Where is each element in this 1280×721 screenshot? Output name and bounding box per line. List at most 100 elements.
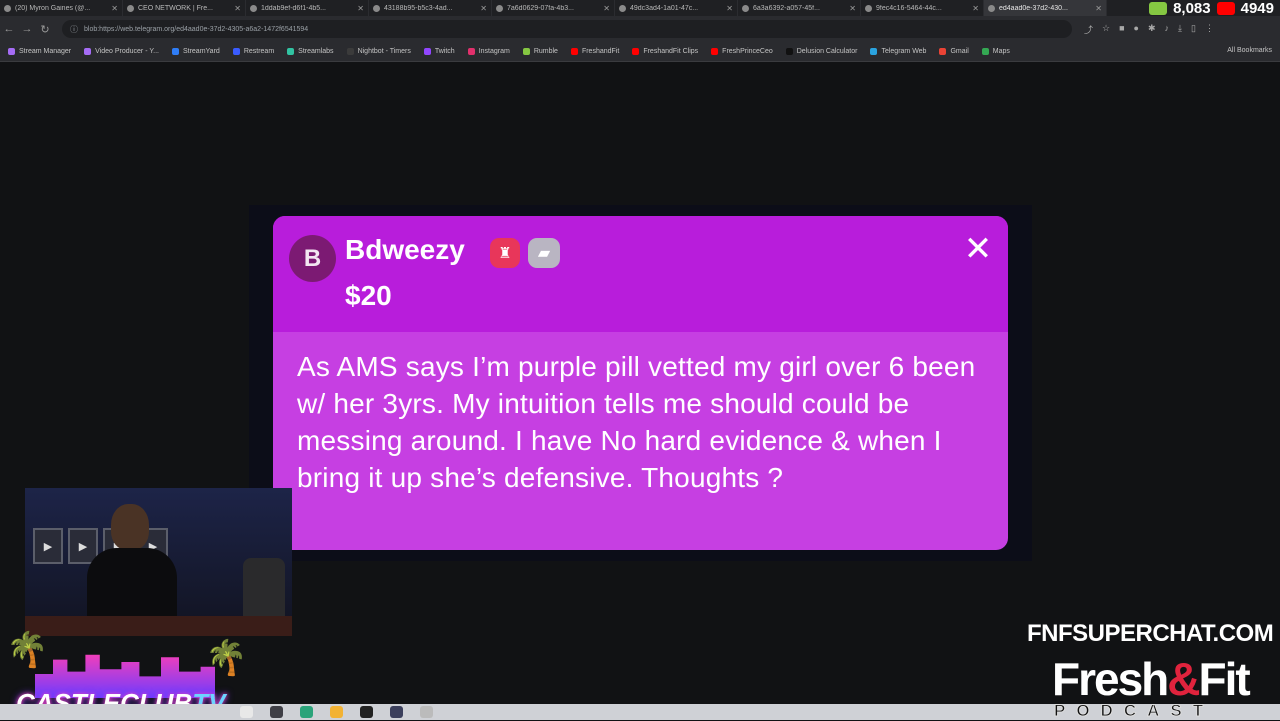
bookmark-item[interactable]: Twitch: [423, 48, 455, 55]
browser-tab[interactable]: 6a3a6392-a057-45f... ✕: [738, 0, 861, 16]
tab-label: CEO NETWORK | Fre...: [138, 4, 213, 12]
tab-close-icon[interactable]: ✕: [480, 4, 487, 13]
app4-taskbar-icon[interactable]: [420, 706, 433, 718]
browser-tab[interactable]: 49dc3ad4-1a01-47c... ✕: [615, 0, 738, 16]
tab-favicon-icon: [373, 4, 380, 12]
browser-tab[interactable]: 7a6d0629-07fa-4b3... ✕: [492, 0, 615, 16]
bookmark-favicon-icon: [939, 48, 947, 55]
tab-label: ed4aad0e-37d2-430...: [999, 4, 1068, 12]
bookmark-label: Streamlabs: [298, 48, 334, 55]
bookmark-item[interactable]: Streamlabs: [287, 48, 334, 55]
bookmark-item[interactable]: Video Producer - Y...: [84, 48, 159, 55]
menu-icon[interactable]: ⋮: [1205, 23, 1214, 36]
bookmark-item[interactable]: Nightbot - Timers: [346, 48, 411, 55]
youtube-count: 4949: [1240, 0, 1274, 17]
app3-taskbar-icon[interactable]: [390, 706, 403, 718]
app2-taskbar-icon[interactable]: [360, 706, 373, 718]
palm-tree-icon: 🌴: [6, 631, 49, 669]
tab-close-icon[interactable]: ✕: [603, 4, 610, 13]
bookmark-favicon-icon: [232, 48, 240, 55]
bookmark-favicon-icon: [171, 48, 179, 55]
tab-close-icon[interactable]: ✕: [849, 4, 856, 13]
brand-logo: Fresh&Fit: [1052, 652, 1251, 706]
download-icon[interactable]: ⤓: [1178, 23, 1182, 36]
bookmark-item[interactable]: StreamYard: [171, 48, 220, 55]
bookmark-label: FreshandFit Clips: [643, 48, 699, 55]
bookmark-item[interactable]: Delusion Calculator: [785, 48, 858, 55]
bookmarks-bar: Stream Manager Video Producer - Y... Strea…: [0, 42, 1280, 62]
browser-tab[interactable]: 1ddab9ef-d6f1-4b5... ✕: [246, 0, 369, 16]
brand-podcast: PODCAST: [1053, 701, 1215, 721]
browser-tab[interactable]: CEO NETWORK | Fre... ✕: [123, 0, 246, 16]
bookmark-item[interactable]: Maps: [981, 48, 1010, 55]
bookmark-item[interactable]: Instagram: [467, 48, 510, 55]
bookmark-item[interactable]: FreshPrinceCeo: [711, 48, 773, 55]
bookmark-item[interactable]: FreshandFit Clips: [632, 48, 698, 55]
bookmark-favicon-icon: [711, 48, 719, 55]
brand-fit: Fit: [1198, 653, 1251, 705]
image-badge-icon: ▰: [528, 238, 560, 268]
back-arrow-icon[interactable]: ←: [0, 23, 18, 35]
folder-taskbar-icon[interactable]: [330, 706, 343, 718]
host-head: [111, 504, 149, 550]
tab-close-icon[interactable]: ✕: [726, 4, 733, 13]
sidebar-icon[interactable]: ▯: [1191, 23, 1196, 36]
superchat-dialog: B Bdweezy ♜ ▰ $20 ✕ As AMS says I’m purp…: [273, 216, 1008, 550]
bookmark-favicon-icon: [467, 48, 475, 55]
browser-tab-bar: (20) Myron Gaines (@... ✕ CEO NETWORK | Fr…: [0, 0, 1280, 16]
all-bookmarks-button[interactable]: All Bookmarks: [1227, 47, 1272, 54]
taskbar-icons: [240, 706, 433, 718]
bookmark-item[interactable]: Rumble: [522, 48, 558, 55]
bookmark-favicon-icon: [346, 48, 354, 55]
avatar: B: [289, 235, 336, 282]
url-input[interactable]: ⓘ blob:https://web.telegram.org/ed4aad0e…: [62, 20, 1072, 38]
rumble-count: 8,083: [1173, 0, 1211, 17]
tab-close-icon[interactable]: ✕: [357, 4, 364, 13]
bookmark-label: Delusion Calculator: [796, 48, 858, 55]
obs-taskbar-icon[interactable]: [270, 706, 283, 718]
bookmark-label: Nightbot - Timers: [357, 48, 411, 55]
bookmark-item[interactable]: Telegram Web: [870, 48, 926, 55]
bookmark-item[interactable]: Restream: [232, 48, 275, 55]
tab-favicon-icon: [865, 4, 872, 12]
star-icon[interactable]: ☆: [1102, 23, 1110, 36]
crown-badge-icon: ♜: [490, 238, 520, 268]
browser-tab[interactable]: (20) Myron Gaines (@... ✕: [0, 0, 123, 16]
app-taskbar-icon[interactable]: [300, 706, 313, 718]
puzzle-icon[interactable]: ✱: [1148, 23, 1156, 36]
tab-label: 7a6d0629-07fa-4b3...: [507, 4, 574, 12]
tab-favicon-icon: [496, 4, 503, 12]
bookmark-favicon-icon: [570, 48, 578, 55]
tab-label: 49dc3ad4-1a01-47c...: [630, 4, 699, 12]
bookmark-item[interactable]: Gmail: [939, 48, 969, 55]
bookmark-label: Restream: [243, 48, 275, 55]
share-icon[interactable]: ⤴: [1084, 23, 1093, 36]
tab-favicon-icon: [250, 4, 257, 12]
chrome-taskbar-icon[interactable]: [240, 706, 253, 718]
superchat-site: FNFSUPERCHAT.COM: [1027, 620, 1274, 647]
viewer-counters: 8,083 4949: [1149, 0, 1274, 17]
media-icon[interactable]: ♪: [1165, 23, 1170, 36]
youtube-icon: [1216, 2, 1235, 15]
bookmark-item[interactable]: FreshandFit: [570, 48, 619, 55]
tab-close-icon[interactable]: ✕: [111, 4, 118, 13]
address-bar-row: ← → ↻ ⓘ blob:https://web.telegram.org/ed…: [0, 16, 1280, 42]
bookmark-favicon-icon: [632, 48, 640, 55]
browser-tab[interactable]: ed4aad0e-37d2-430... ✕: [984, 0, 1107, 16]
bookmark-label: StreamYard: [182, 48, 220, 55]
browser-tab[interactable]: 43188b95-b5c3-4ad... ✕: [369, 0, 492, 16]
bookmark-favicon-icon: [870, 48, 878, 55]
bookmark-favicon-icon: [287, 48, 295, 55]
profile-icon[interactable]: ●: [1134, 23, 1139, 36]
tab-close-icon[interactable]: ✕: [1095, 4, 1102, 13]
extension-icon[interactable]: ■: [1119, 23, 1124, 36]
browser-tab[interactable]: 9fec4c16-5464-44c... ✕: [861, 0, 984, 16]
reload-icon[interactable]: ↻: [36, 23, 54, 36]
forward-arrow-icon[interactable]: →: [18, 23, 36, 35]
bookmark-label: Gmail: [950, 48, 969, 55]
close-icon[interactable]: ✕: [963, 232, 993, 266]
tab-close-icon[interactable]: ✕: [234, 4, 241, 13]
site-info-icon[interactable]: ⓘ: [70, 24, 78, 35]
tab-close-icon[interactable]: ✕: [972, 4, 979, 13]
bookmark-item[interactable]: Stream Manager: [8, 48, 71, 55]
